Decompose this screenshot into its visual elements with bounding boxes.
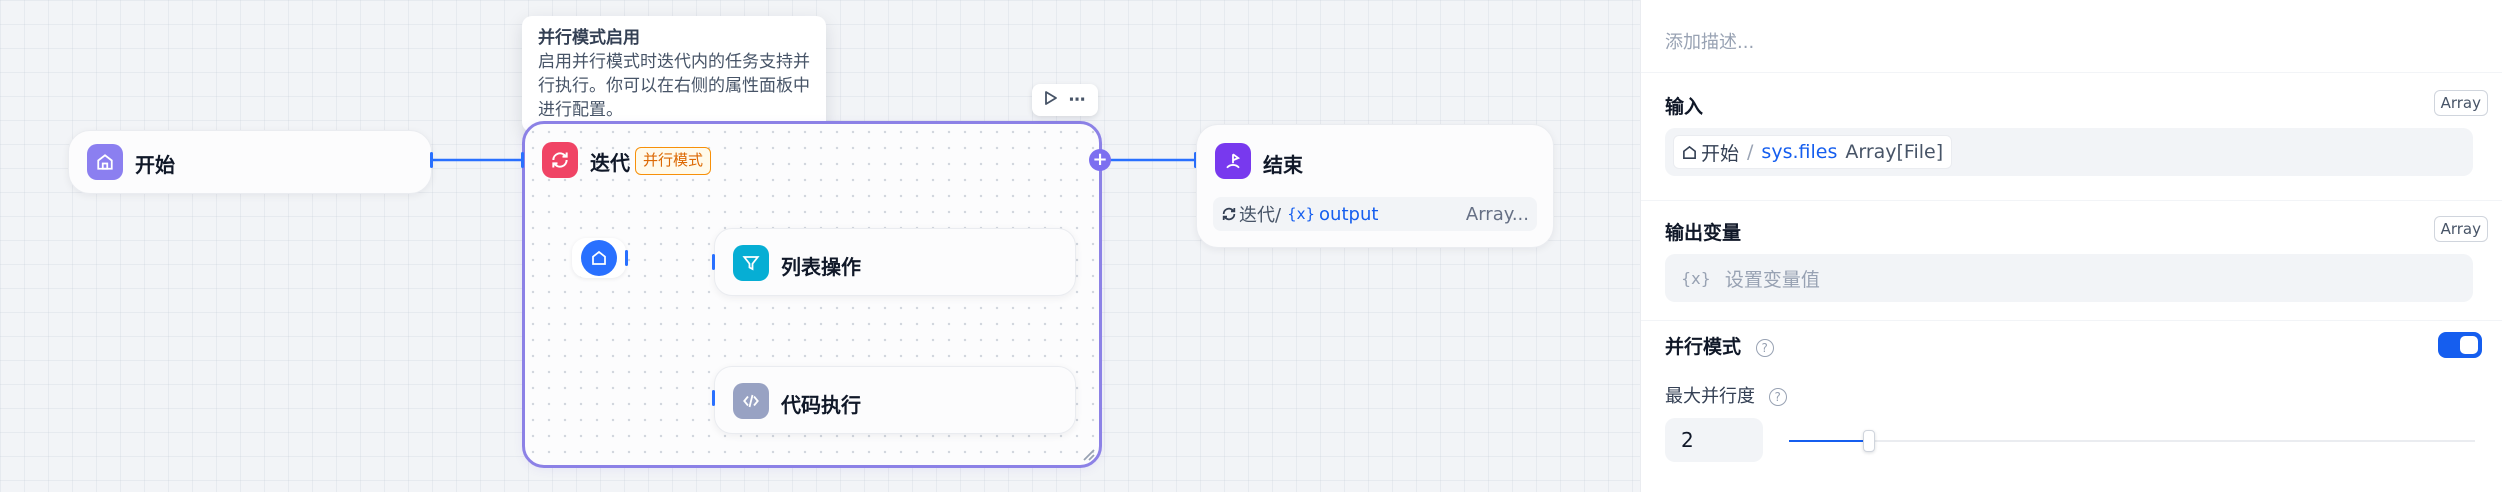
home-small-icon [1682,145,1697,160]
input-source-node: 开始 [1701,142,1740,165]
parallel-mode-toggle[interactable] [2438,332,2482,358]
start-node-title: 开始 [135,153,175,177]
iteration-start-icon [581,240,617,276]
slider-thumb[interactable] [1863,430,1875,452]
input-field[interactable]: 开始 / sys.files Array[File] [1665,128,2473,176]
input-variable: sys.files [1761,141,1838,163]
more-icon[interactable]: ⋯ [1069,90,1087,110]
max-parallel-slider[interactable] [1789,430,2475,452]
code-execution-input-handle[interactable] [712,390,715,406]
parallel-mode-label: 并行模式 ? [1665,332,1774,359]
list-operation-node[interactable]: 列表操作 [714,228,1076,296]
help-icon[interactable]: ? [1768,388,1787,406]
input-label: 输入 [1665,96,1704,118]
output-placeholder: 设置变量值 [1724,268,1820,291]
start-node[interactable]: 开始 [68,130,432,194]
output-type-tag: Array [2433,216,2488,242]
max-parallel-input[interactable]: 2 [1665,418,1763,462]
iteration-input-handle[interactable] [521,152,524,168]
end-output-type: Array... [1465,203,1529,225]
home-icon [87,144,123,180]
parallel-tooltip: 并行模式启用 启用并行模式时迭代内的任务支持并行执行。你可以在右侧的属性面板中进… [522,16,826,132]
iteration-start-child[interactable] [572,238,626,278]
max-parallel-label: 最大并行度 ? [1665,382,1787,408]
resize-handle-icon[interactable] [1082,448,1096,462]
code-execution-node[interactable]: 代码执行 [714,366,1076,434]
code-execution-title: 代码执行 [781,393,861,417]
run-icon[interactable] [1044,90,1058,111]
help-icon[interactable]: ? [1755,338,1774,357]
input-separator: / [1747,141,1754,163]
parallel-mode-text: 并行模式 [1665,336,1742,358]
end-output-row[interactable]: 迭代/ {x} output Array... [1213,197,1537,231]
list-operation-input-handle[interactable] [712,254,715,270]
end-output-var: output [1319,203,1379,225]
variable-icon: {x} [1287,205,1316,223]
end-output-source: 迭代/ [1239,205,1282,226]
toggle-knob [2460,336,2478,354]
parallel-mode-badge: 并行模式 [635,147,712,175]
list-operation-title: 列表操作 [781,255,861,279]
slider-track [1789,440,2475,442]
divider [1641,72,2502,73]
loop-icon [542,142,578,178]
input-var-type: Array[File] [1845,141,1944,163]
max-parallel-text: 最大并行度 [1665,386,1755,407]
end-node-title: 结束 [1263,153,1303,177]
output-variable-field[interactable]: {x} 设置变量值 [1665,254,2473,302]
start-output-handle[interactable] [430,152,433,168]
properties-panel: 添加描述... 输入 Array 开始 / sys.files Array[Fi… [1640,0,2502,492]
iteration-start-handle[interactable] [625,250,628,266]
tooltip-body: 启用并行模式时迭代内的任务支持并行执行。你可以在右侧的属性面板中进行配置。 [538,52,810,120]
variable-placeholder-icon: {x} [1681,268,1711,288]
node-mini-toolbar: ⋯ [1032,84,1098,116]
loop-small-icon [1221,206,1237,222]
add-node-button[interactable]: + [1089,149,1111,171]
flag-icon [1215,143,1251,179]
input-variable-chip[interactable]: 开始 / sys.files Array[File] [1673,135,1953,169]
divider [1641,200,2502,201]
output-label: 输出变量 [1665,222,1742,244]
code-icon [733,383,769,419]
end-node[interactable]: 结束 迭代/ {x} output Array... [1196,124,1554,248]
tooltip-title: 并行模式启用 [538,28,640,48]
divider [1641,320,2502,321]
input-type-tag: Array [2433,90,2488,116]
slider-fill [1789,440,1865,442]
filter-icon [733,245,769,281]
iteration-node-title: 迭代 [590,151,630,175]
description-input[interactable]: 添加描述... [1665,28,1754,54]
